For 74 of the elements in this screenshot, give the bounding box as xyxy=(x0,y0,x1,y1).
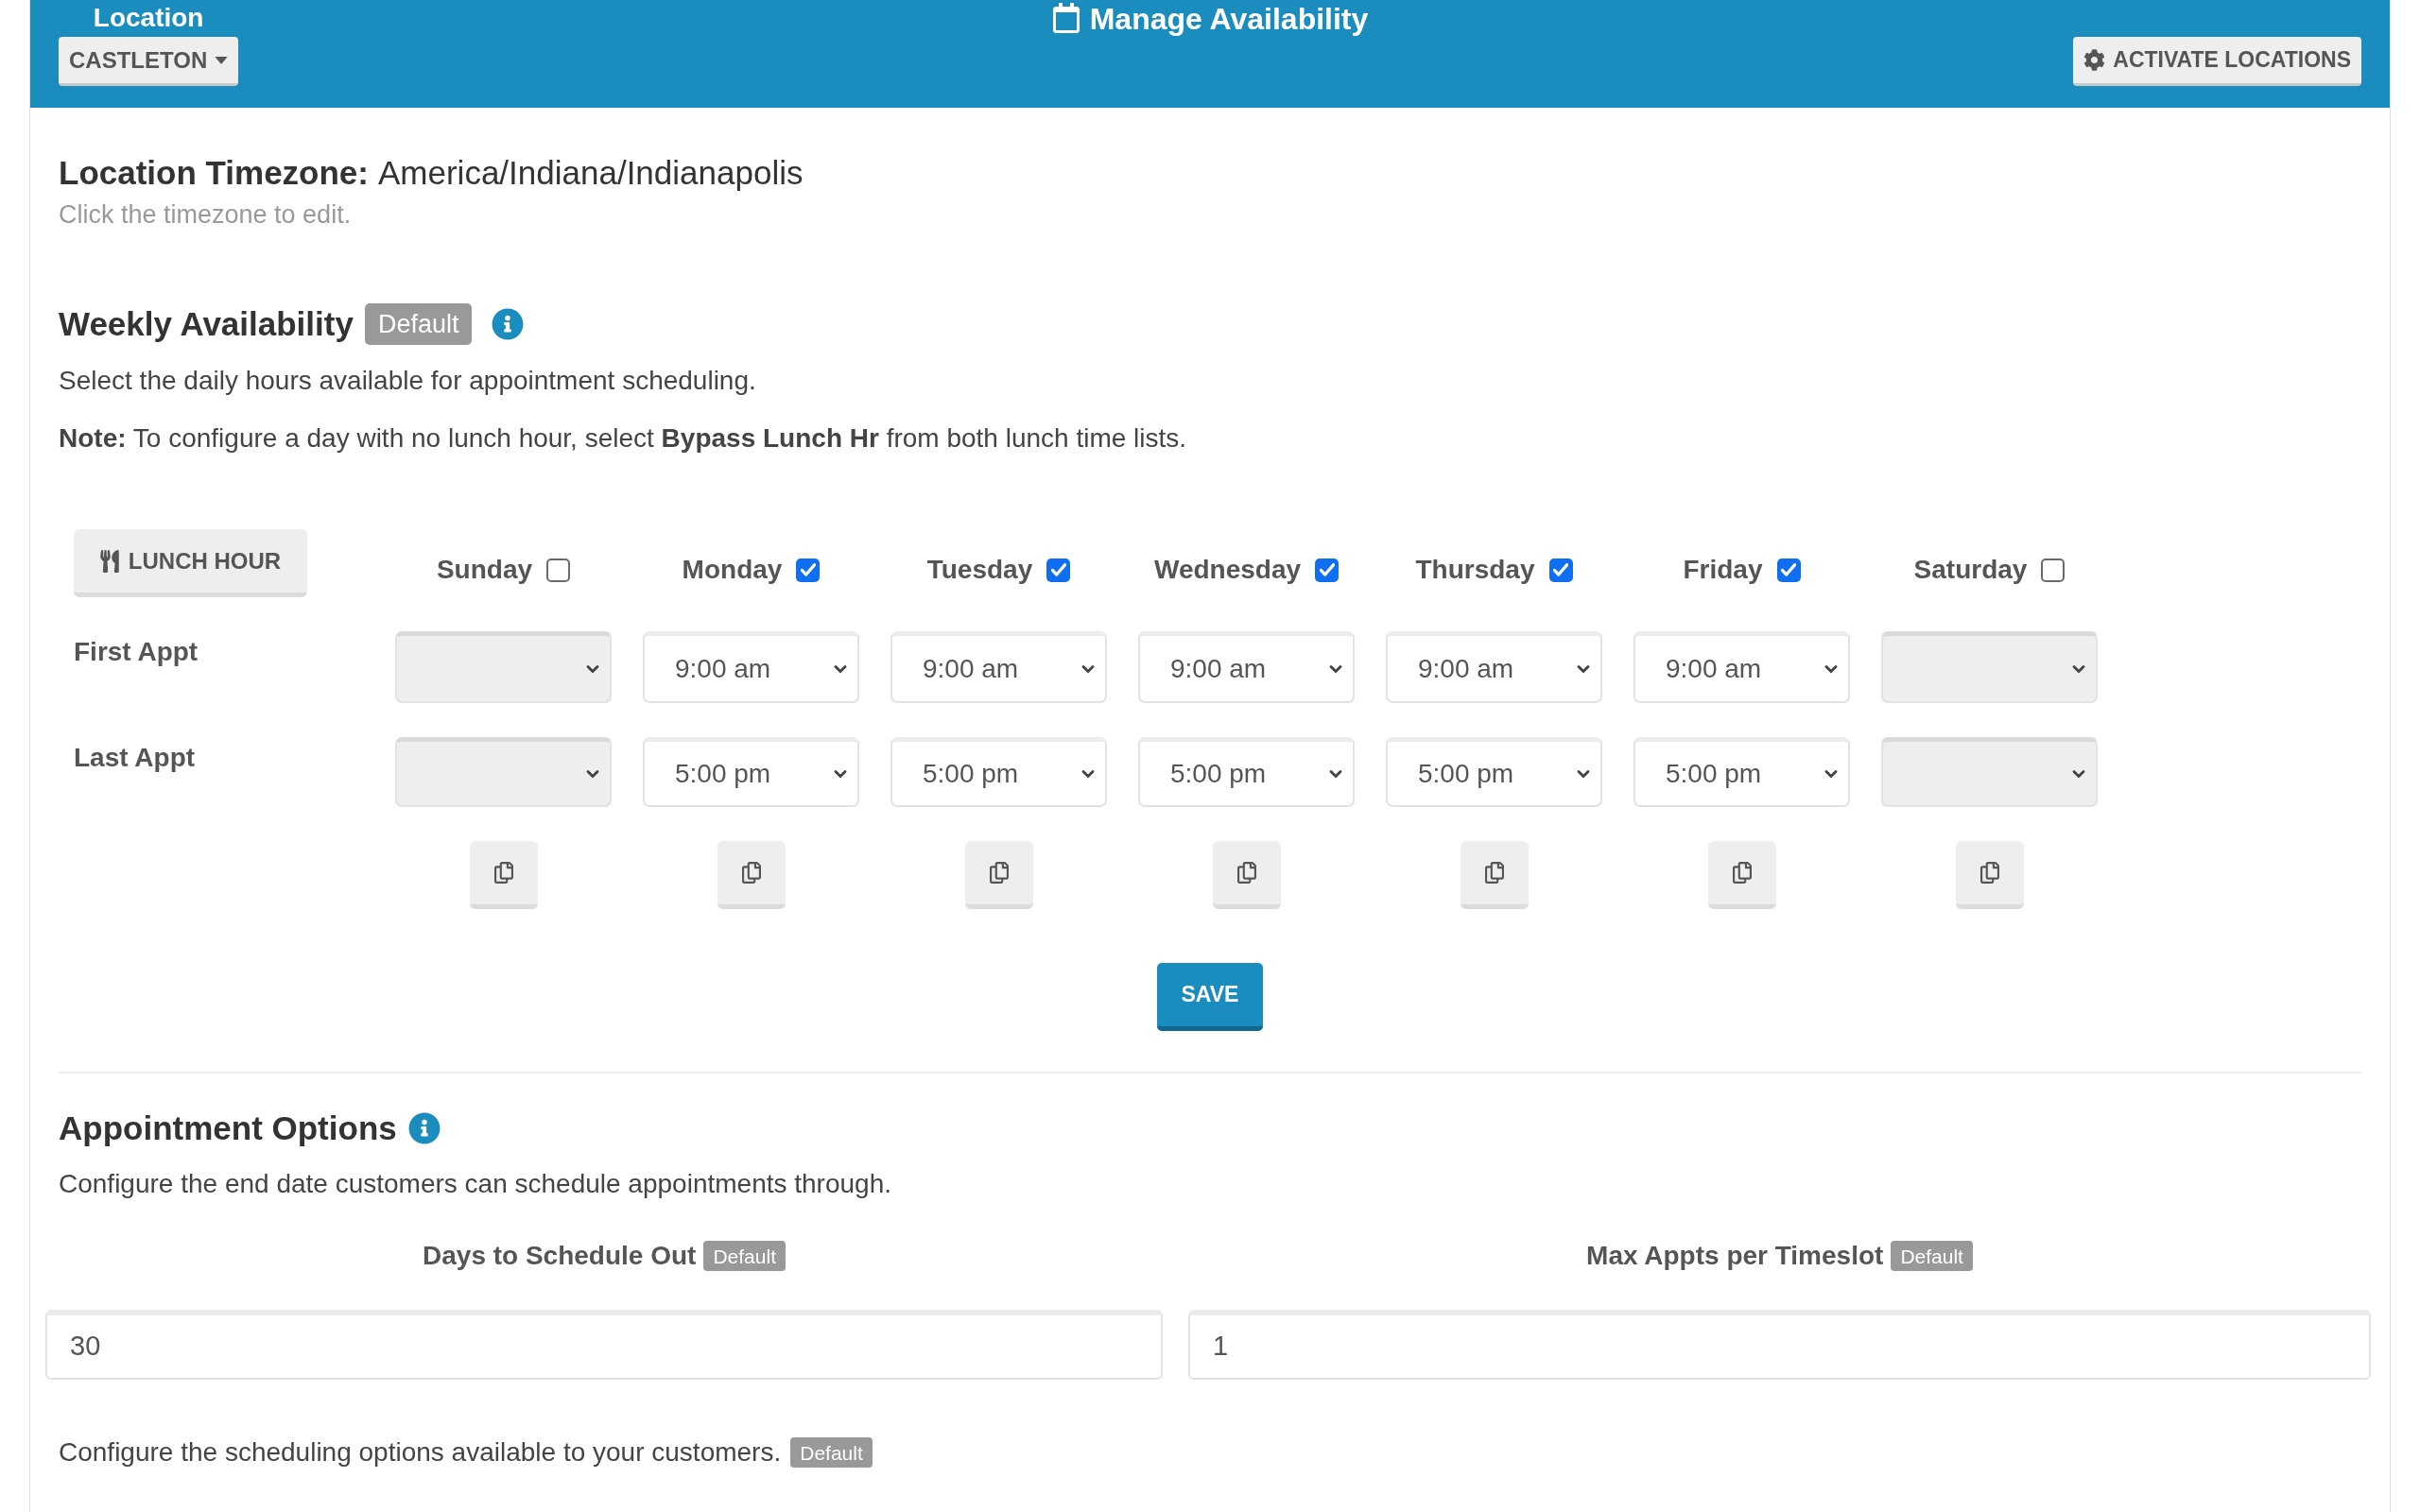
day-label: Thursday xyxy=(1415,554,1535,586)
day-label: Sunday xyxy=(436,554,533,586)
checkmark-icon xyxy=(1553,563,1568,576)
scheduling-options-text: Configure the scheduling options available to your customers. xyxy=(59,1436,782,1469)
time-select[interactable]: 9:00 am xyxy=(1386,631,1602,703)
day-label: Friday xyxy=(1683,554,1763,586)
page-title: Manage Availability xyxy=(1089,1,1369,37)
day-checkbox[interactable] xyxy=(796,558,821,582)
day-checkbox[interactable] xyxy=(2041,558,2066,582)
time-select[interactable]: 9:00 am xyxy=(1138,631,1355,703)
number-field[interactable]: 1 xyxy=(1188,1310,2371,1380)
copy-button[interactable] xyxy=(1460,841,1529,909)
day-checkbox[interactable] xyxy=(1776,558,1801,582)
checkmark-icon xyxy=(1319,563,1335,576)
default-badge: Default xyxy=(1891,1241,1973,1271)
activate-locations-button[interactable]: ACTIVATE LOCATIONS xyxy=(2073,37,2361,86)
copy-button[interactable] xyxy=(1212,841,1281,909)
day-checkbox[interactable] xyxy=(1548,558,1573,582)
time-select[interactable]: 9:00 am xyxy=(1634,631,1850,703)
location-dropdown[interactable]: CASTLETON xyxy=(59,37,239,86)
day-label: Wednesday xyxy=(1153,554,1302,586)
location-label: Location xyxy=(93,2,204,34)
day-checkbox[interactable] xyxy=(546,558,571,582)
checkmark-icon xyxy=(1050,563,1066,576)
copy-icon xyxy=(1732,862,1752,884)
number-field[interactable]: 30 xyxy=(45,1310,1163,1380)
info-icon[interactable] xyxy=(492,308,525,340)
copy-icon xyxy=(493,862,513,884)
copy-button[interactable] xyxy=(469,841,538,909)
field-label: Max Appts per Timeslot xyxy=(1586,1240,1884,1272)
day-checkbox[interactable] xyxy=(1046,558,1071,582)
default-badge: Default xyxy=(790,1437,873,1468)
lunch-hour-button[interactable]: LUNCH HOUR xyxy=(74,529,307,597)
copy-icon xyxy=(1236,862,1256,884)
settings-icon xyxy=(2083,49,2106,71)
day-label: Monday xyxy=(682,554,783,586)
time-select[interactable]: 5:00 pm xyxy=(643,737,859,807)
default-badge: Default xyxy=(703,1241,786,1271)
checkmark-icon xyxy=(1781,563,1796,576)
day-checkbox[interactable] xyxy=(1315,558,1340,582)
day-label: Tuesday xyxy=(926,554,1033,586)
note-text: Note: To configure a day with no lunch hour, select Bypass Lunch Hr from both lunch time lists. xyxy=(59,422,1187,455)
section-heading: Weekly Availability xyxy=(59,305,354,343)
copy-button[interactable] xyxy=(1707,841,1776,909)
timezone-link[interactable]: America/Indiana/Indianapolis xyxy=(378,154,804,192)
time-select[interactable]: 5:00 pm xyxy=(1386,737,1602,807)
copy-icon xyxy=(1484,862,1504,884)
copy-button[interactable] xyxy=(964,841,1033,909)
time-select[interactable]: 5:00 pm xyxy=(1634,737,1850,807)
time-select[interactable]: 9:00 am xyxy=(643,631,859,703)
info-icon[interactable] xyxy=(407,1112,441,1144)
fork-knife-icon xyxy=(99,549,119,573)
row-label: First Appt xyxy=(74,637,199,666)
row-label: Last Appt xyxy=(74,743,196,772)
checkmark-icon xyxy=(800,563,816,576)
save-button[interactable]: SAVE xyxy=(1157,963,1263,1031)
section-description: Select the daily hours available for appointment scheduling. xyxy=(59,365,756,397)
time-select[interactable]: 5:00 pm xyxy=(1138,737,1355,807)
time-select[interactable]: 9:00 am xyxy=(890,631,1107,703)
copy-icon xyxy=(741,862,761,884)
default-badge: Default xyxy=(364,303,473,345)
caret-down-icon xyxy=(215,56,229,64)
field-label: Days to Schedule Out xyxy=(423,1240,697,1272)
timezone-label: Location Timezone: xyxy=(59,154,369,192)
copy-button[interactable] xyxy=(1955,841,2024,909)
timezone-hint: Click the timezone to edit. xyxy=(59,200,352,229)
section-description: Configure the end date customers can schedule appointments through. xyxy=(59,1168,891,1200)
calendar-icon xyxy=(1051,3,1080,33)
copy-button[interactable] xyxy=(717,841,786,909)
time-select[interactable]: 5:00 pm xyxy=(890,737,1107,807)
day-label: Saturday xyxy=(1913,554,2028,586)
copy-icon xyxy=(989,862,1009,884)
section-heading: Appointment Options xyxy=(59,1109,397,1147)
copy-icon xyxy=(1979,862,1999,884)
